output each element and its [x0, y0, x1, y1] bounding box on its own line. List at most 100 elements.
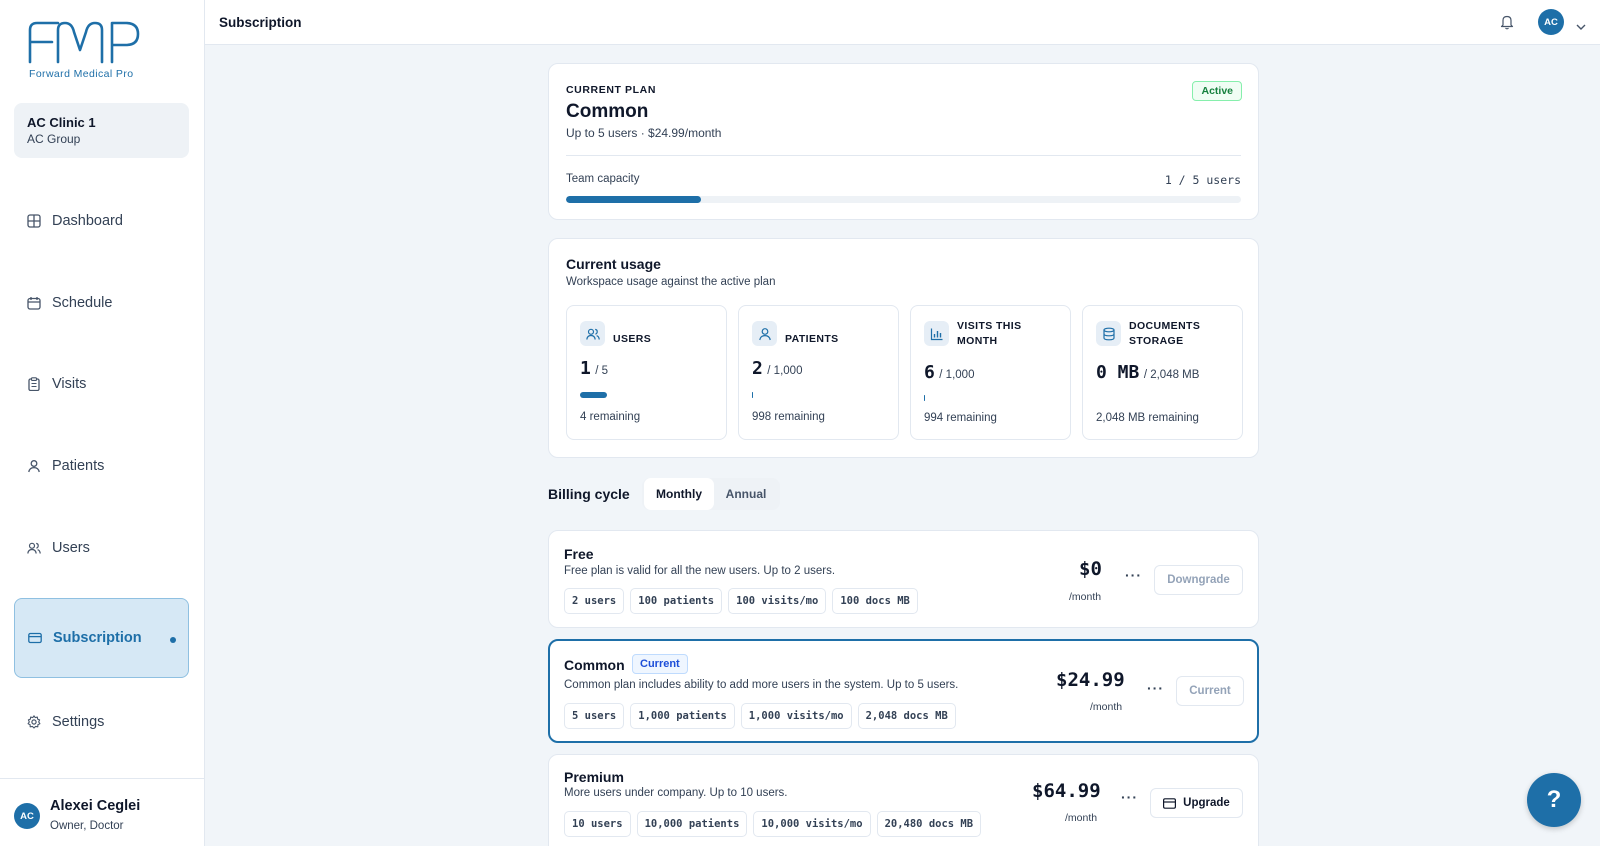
capacity-progress-fill	[566, 196, 701, 203]
plan-limit-chip: 2,048 docs MB	[857, 703, 956, 729]
current-plan-button[interactable]: Current	[1176, 676, 1244, 706]
sidebar-item-settings[interactable]: Settings	[14, 702, 189, 742]
plan-description: More users under company. Up to 10 users…	[564, 787, 788, 799]
status-badge: Active	[1192, 81, 1242, 101]
plan-limit-chip: 20,480 docs MB	[876, 811, 982, 837]
usage-stat-documents: DOCUMENTS STORAGE 0 MB / 2,048 MB 2,048 …	[1082, 305, 1243, 440]
billing-cycle-toggle: Monthly Annual	[642, 478, 780, 510]
stat-label: DOCUMENTS STORAGE	[1129, 320, 1201, 347]
plan-price-period: /month	[1090, 701, 1123, 713]
plan-price-period: /month	[1065, 812, 1098, 824]
plan-limit-chip: 1,000 visits/mo	[740, 703, 852, 729]
stat-value: 1 / 5	[580, 358, 608, 379]
current-plan-eyebrow: CURRENT PLAN	[566, 84, 657, 96]
bell-icon[interactable]	[1500, 14, 1514, 35]
current-plan-card: CURRENT PLAN Common Up to 5 users · $24.…	[548, 63, 1259, 220]
stat-limit: / 1,000	[767, 365, 803, 377]
stat-progress-bar	[580, 392, 715, 398]
stat-value: 0 MB / 2,048 MB	[1096, 362, 1199, 383]
stat-value: 2 / 1,000	[752, 358, 802, 379]
plan-limit-chip: 2 users	[564, 588, 625, 614]
stat-value: 6 / 1,000	[924, 362, 974, 383]
plan-limit-chip: 1,000 patients	[630, 703, 735, 729]
stat-progress-bar	[924, 395, 1059, 401]
plan-limit-chip: 100 visits/mo	[728, 588, 827, 614]
more-options-icon[interactable]: ···	[1125, 567, 1142, 583]
gear-icon	[27, 715, 41, 729]
org-switcher[interactable]: AC Clinic 1 AC Group	[14, 103, 189, 158]
plan-limit-chip: 100 patients	[630, 588, 723, 614]
sidebar-item-subscription[interactable]: Subscription	[14, 598, 189, 678]
stat-label: VISITS THIS MONTH	[957, 320, 1022, 347]
usage-stat-visits: VISITS THIS MONTH 6 / 1,000 994 remainin…	[910, 305, 1071, 440]
sidebar: Forward Medical Pro AC Clinic 1 AC Group…	[0, 0, 205, 846]
current-user[interactable]: AC Alexei Ceglei Owner, Doctor	[0, 778, 205, 846]
plan-card-free: Free Free plan is valid for all the new …	[548, 530, 1259, 628]
clipboard-icon	[27, 377, 41, 391]
stat-limit: / 2,048 MB	[1143, 369, 1200, 381]
usage-stat-patients: PATIENTS 2 / 1,000 998 remaining	[738, 305, 899, 440]
current-plan-tag: Current	[632, 654, 688, 674]
user-role: Owner, Doctor	[50, 820, 124, 832]
dashboard-icon	[27, 214, 41, 228]
billing-option-annual[interactable]: Annual	[716, 478, 776, 510]
plan-limit-chip: 100 docs MB	[832, 588, 918, 614]
plan-price: $0	[1079, 558, 1102, 580]
stat-progress-bar	[752, 392, 887, 398]
usage-stat-users: USERS 1 / 5 4 remaining	[566, 305, 727, 440]
current-plan-summary: Up to 5 users · $24.99/month	[566, 126, 722, 140]
credit-card-icon	[1163, 797, 1177, 809]
top-bar: Subscription AC	[205, 0, 1600, 45]
billing-option-monthly[interactable]: Monthly	[644, 478, 714, 510]
brand-name: Forward Medical Pro	[29, 68, 134, 80]
active-indicator-dot	[170, 637, 176, 643]
bar-chart-icon	[924, 321, 949, 346]
sidebar-item-label: Patients	[52, 458, 105, 474]
database-icon	[1096, 321, 1121, 346]
upgrade-button-label: Upgrade	[1183, 797, 1230, 809]
plan-card-common: Common Current Common plan includes abil…	[548, 639, 1259, 743]
stat-amount: 0 MB	[1096, 362, 1140, 383]
usage-title: Current usage	[566, 256, 661, 272]
sidebar-item-schedule[interactable]: Schedule	[14, 283, 189, 323]
capacity-label: Team capacity	[566, 173, 640, 185]
sidebar-item-visits[interactable]: Visits	[14, 364, 189, 404]
plan-name: Common	[564, 657, 625, 673]
plan-price: $24.99	[1056, 669, 1125, 691]
more-options-icon[interactable]: ···	[1147, 680, 1164, 696]
help-button[interactable]: ?	[1527, 773, 1581, 827]
stat-label: USERS	[613, 333, 652, 345]
users-icon	[580, 321, 605, 346]
users-icon	[27, 541, 41, 555]
sidebar-item-label: Dashboard	[52, 213, 123, 229]
stat-progress-fill	[752, 392, 754, 398]
sidebar-item-users[interactable]: Users	[14, 528, 189, 568]
stat-amount: 2	[752, 358, 763, 379]
divider	[566, 155, 1241, 156]
plan-limits: 5 users 1,000 patients 1,000 visits/mo 2…	[564, 703, 956, 729]
plan-limit-chip: 10 users	[564, 811, 631, 837]
sidebar-item-dashboard[interactable]: Dashboard	[14, 201, 189, 241]
chevron-down-icon[interactable]	[1576, 18, 1586, 36]
sidebar-item-label: Visits	[52, 376, 87, 392]
header-avatar[interactable]: AC	[1538, 9, 1564, 35]
fmp-logo[interactable]: Forward Medical Pro	[28, 20, 148, 82]
downgrade-button[interactable]: Downgrade	[1154, 565, 1243, 595]
plan-limit-chip: 10,000 visits/mo	[753, 811, 871, 837]
org-group: AC Group	[27, 132, 81, 146]
more-options-icon[interactable]: ···	[1121, 789, 1138, 805]
fmp-logo-mark	[28, 21, 140, 64]
org-name: AC Clinic 1	[27, 115, 96, 130]
sidebar-item-patients[interactable]: Patients	[14, 446, 189, 486]
plan-limit-chip: 5 users	[564, 703, 625, 729]
plan-description: Common plan includes ability to add more…	[564, 679, 959, 691]
plan-card-premium: Premium More users under company. Up to …	[548, 754, 1259, 846]
stat-progress-fill	[580, 392, 607, 398]
plan-limit-chip: 10,000 patients	[636, 811, 748, 837]
stat-remaining: 4 remaining	[580, 411, 641, 423]
page-title: Subscription	[219, 15, 302, 30]
sidebar-item-label: Settings	[52, 714, 105, 730]
upgrade-button[interactable]: Upgrade	[1150, 788, 1243, 818]
plan-price-period: /month	[1069, 591, 1102, 603]
capacity-value: 1 / 5 users	[1164, 173, 1241, 187]
